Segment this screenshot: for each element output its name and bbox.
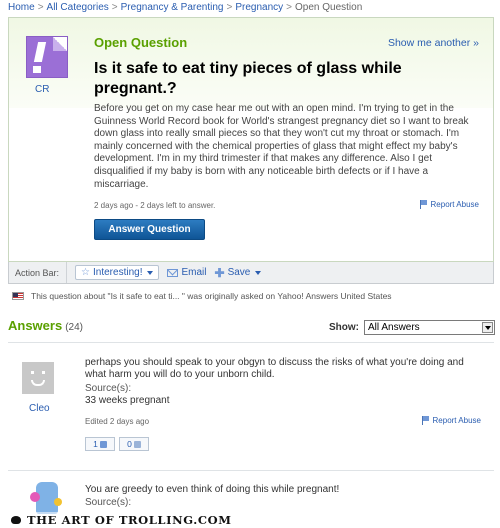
email-label: Email (181, 267, 207, 278)
breadcrumb-separator: > (111, 2, 118, 13)
flag-icon (419, 200, 428, 209)
thumbs-down-icon (133, 440, 141, 448)
answerer-name[interactable]: Cleo (29, 403, 50, 414)
breadcrumb-pregnancy[interactable]: Pregnancy (235, 2, 283, 13)
show-filter-label: Show: (329, 322, 359, 333)
interesting-label: Interesting! (93, 267, 143, 278)
action-bar: Action Bar: ☆ Interesting! Email ✚ Save (8, 262, 494, 284)
breadcrumb: Home > All Categories > Pregnancy & Parentin… (8, 2, 362, 13)
question-status: Open Question (94, 35, 188, 50)
answerer-avatar[interactable] (22, 362, 54, 394)
report-abuse-label: Report Abuse (432, 416, 481, 425)
vote-buttons: 1 0 (85, 437, 149, 451)
answers-count: (24) (65, 322, 83, 333)
divider (8, 342, 494, 343)
thumbs-down-count: 0 (127, 439, 132, 449)
breadcrumb-all-categories[interactable]: All Categories (47, 2, 109, 13)
answer-source: 33 weeks pregnant (85, 395, 170, 406)
answer-text: perhaps you should speak to your obgyn t… (85, 357, 464, 380)
flag-icon (421, 416, 430, 425)
origin-note-text: This question about "Is it safe to eat t… (31, 291, 392, 301)
question-avatar[interactable] (26, 36, 68, 78)
divider (8, 470, 494, 471)
show-filter-value: All Answers (368, 322, 420, 333)
troll-logo-icon (10, 514, 22, 526)
question-body: Before you get on my case hear me out wi… (94, 103, 469, 190)
chevron-down-icon (147, 270, 154, 275)
show-another-link[interactable]: Show me another » (388, 37, 479, 49)
breadcrumb-current: Open Question (294, 2, 363, 13)
thumbs-up-count: 1 (93, 439, 98, 449)
mail-icon (167, 268, 179, 277)
show-filter-select[interactable]: All Answers (364, 320, 495, 335)
breadcrumb-separator: > (37, 2, 44, 13)
plus-icon: ✚ (214, 265, 225, 280)
answer-source-label: Source(s): (85, 497, 132, 508)
email-button[interactable]: Email (167, 267, 207, 278)
origin-note: This question about "Is it safe to eat t… (12, 291, 392, 301)
save-button[interactable]: ✚ Save (215, 266, 262, 280)
breadcrumb-separator: > (226, 2, 233, 13)
answer-text: You are greedy to even think of doing th… (85, 484, 340, 495)
answers-heading: Answers (24) (8, 318, 83, 333)
answers-heading-label: Answers (8, 318, 63, 333)
interesting-button[interactable]: ☆ Interesting! (75, 265, 160, 280)
star-icon: ☆ (81, 267, 90, 278)
report-abuse-label: Report Abuse (430, 200, 479, 209)
chevron-down-icon (255, 270, 262, 275)
thumbs-down-button[interactable]: 0 (119, 437, 149, 451)
breadcrumb-pregnancy-parenting[interactable]: Pregnancy & Parenting (121, 2, 224, 13)
question-meta: 2 days ago - 2 days left to answer. (94, 201, 216, 210)
thumbs-up-button[interactable]: 1 (85, 437, 115, 451)
question-title: Is it safe to eat tiny pieces of glass w… (94, 60, 402, 97)
watermark: THE ART OF TROLLING.COM (0, 512, 500, 528)
question-panel: CR Open Question Show me another » Is it… (8, 17, 494, 262)
us-flag-icon (12, 292, 24, 300)
breadcrumb-separator: > (286, 2, 292, 13)
report-abuse-link[interactable]: Report Abuse (421, 416, 481, 425)
report-abuse-link[interactable]: Report Abuse (419, 200, 479, 209)
answer-meta: Edited 2 days ago (85, 417, 150, 426)
action-bar-label: Action Bar: (9, 262, 68, 283)
chevron-down-icon (482, 322, 493, 333)
answer-source-label: Source(s): (85, 383, 132, 394)
breadcrumb-home[interactable]: Home (8, 2, 35, 13)
save-label: Save (227, 267, 251, 278)
thumbs-up-icon (99, 440, 107, 448)
asker-name[interactable]: CR (35, 84, 49, 95)
watermark-text: THE ART OF TROLLING.COM (27, 513, 232, 527)
answer-question-button[interactable]: Answer Question (94, 219, 205, 240)
